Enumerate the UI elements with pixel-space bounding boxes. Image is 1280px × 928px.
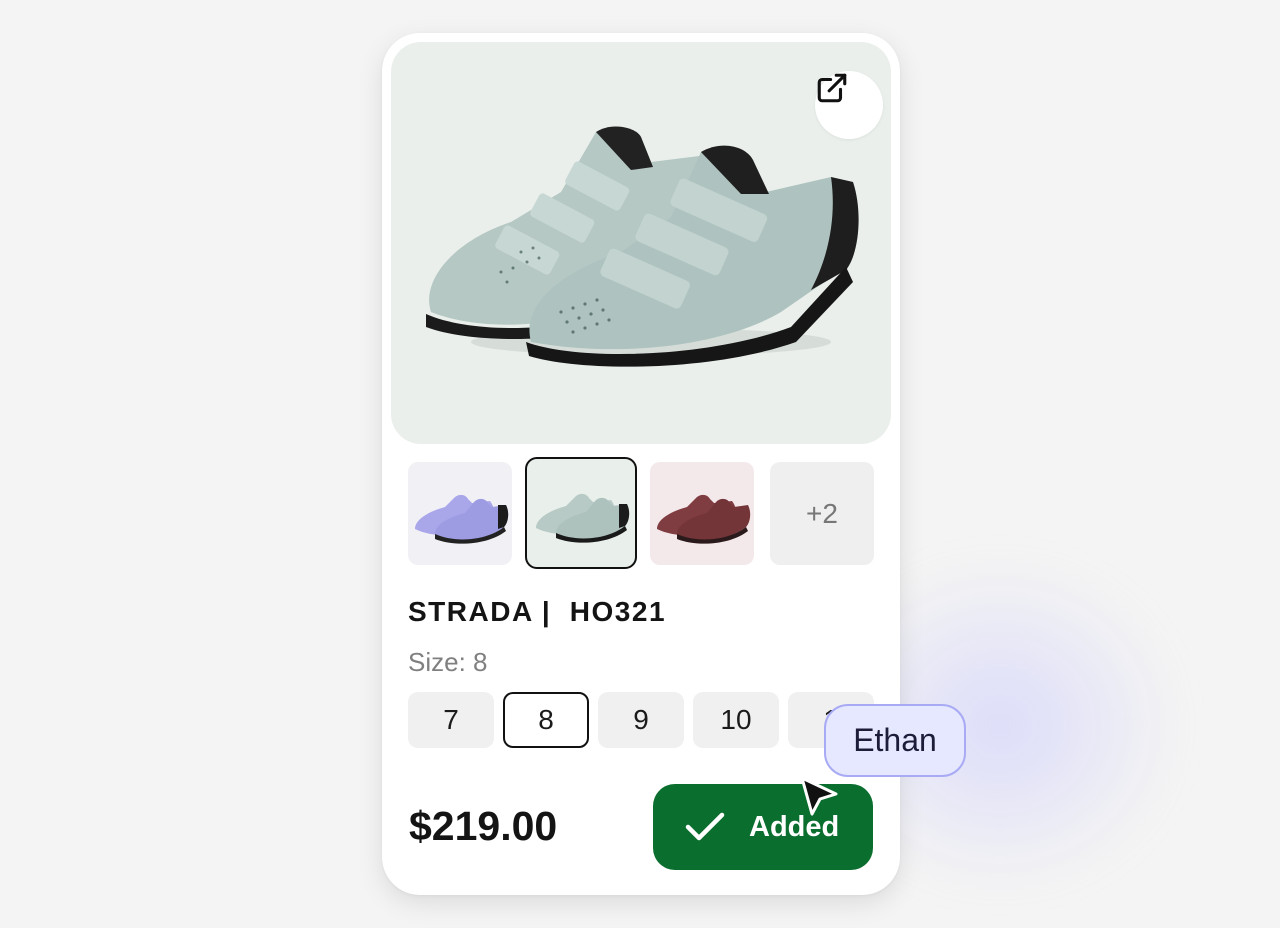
size-option-8[interactable]: 8 (503, 692, 589, 748)
product-card: +2 STRADA | HO321 Size: 8 7 8 9 10 1 $21… (382, 33, 900, 895)
size-selector: 7 8 9 10 1 (408, 692, 878, 750)
product-price: $219.00 (409, 803, 558, 849)
shoe-mint-image (536, 493, 630, 543)
color-thumbnails: +2 (408, 457, 874, 569)
thumbnail-maroon[interactable] (650, 462, 754, 565)
shoe-lavender-image (415, 494, 509, 544)
cursor-arrow-icon (800, 776, 838, 816)
external-link-icon (817, 73, 847, 103)
size-option-9[interactable]: 9 (598, 692, 684, 748)
collaborator-name-tag: Ethan (824, 704, 966, 777)
thumbnail-more[interactable]: +2 (770, 462, 874, 565)
thumbnail-mint-selected[interactable] (525, 457, 637, 569)
checkmark-icon (685, 812, 725, 841)
more-colors-count: +2 (806, 497, 838, 529)
size-option-7[interactable]: 7 (408, 692, 494, 748)
size-option-10[interactable]: 10 (693, 692, 779, 748)
selected-size-label: Size: 8 (408, 647, 488, 677)
product-title: STRADA | HO321 (408, 596, 667, 627)
product-hero-image[interactable] (391, 42, 891, 444)
open-external-button[interactable] (815, 71, 883, 139)
shoe-maroon-image (657, 494, 751, 544)
stage: +2 STRADA | HO321 Size: 8 7 8 9 10 1 $21… (0, 0, 1280, 928)
thumbnail-lavender[interactable] (408, 462, 512, 565)
